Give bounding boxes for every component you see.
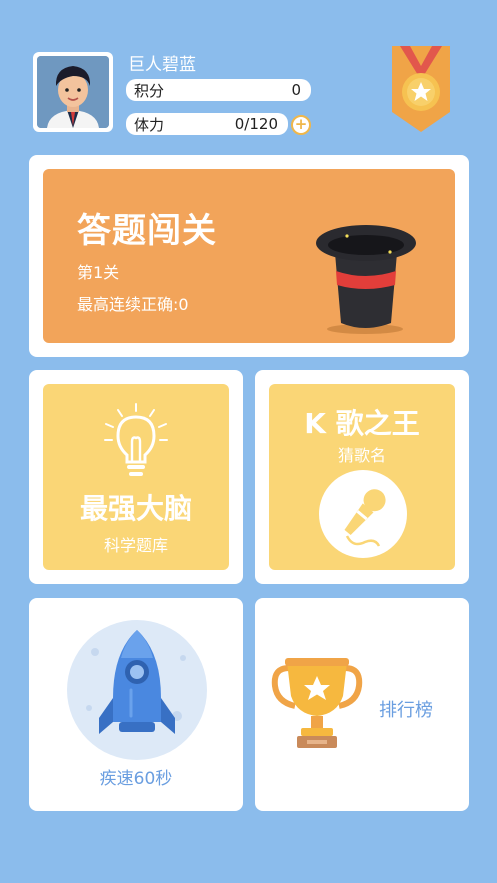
rank-card[interactable]: 排行榜 xyxy=(255,598,469,811)
speed-card[interactable]: 疾速60秒 xyxy=(29,598,243,811)
challenge-level: 第1关 xyxy=(77,263,120,282)
trophy-icon xyxy=(271,656,363,752)
username: 巨人碧蓝 xyxy=(128,55,196,75)
ksong-panel: K 歌之王 猜歌名 xyxy=(269,384,455,570)
ksong-card[interactable]: K 歌之王 猜歌名 xyxy=(255,370,469,584)
magic-hat-icon xyxy=(313,219,423,334)
score-pill: 积分 0 xyxy=(126,79,311,101)
add-stamina-button[interactable]: + xyxy=(291,115,311,135)
medal-icon[interactable] xyxy=(386,46,456,136)
ksong-subtitle: 猜歌名 xyxy=(337,446,386,465)
avatar-image xyxy=(37,56,109,128)
rocket-icon xyxy=(65,618,209,762)
stamina-label: 体力 xyxy=(134,115,165,134)
score-label: 积分 xyxy=(134,81,165,100)
brain-title: 最强大脑 xyxy=(79,492,192,525)
challenge-streak: 最高连续正确:0 xyxy=(77,295,189,314)
avatar[interactable] xyxy=(33,52,113,132)
challenge-card[interactable]: 答题闯关 第1关 最高连续正确:0 xyxy=(29,155,469,357)
rank-label: 排行榜 xyxy=(379,700,433,721)
challenge-panel: 答题闯关 第1关 最高连续正确:0 xyxy=(43,169,455,343)
challenge-title: 答题闯关 xyxy=(77,211,217,251)
score-value: 0 xyxy=(291,81,301,99)
speed-label: 疾速60秒 xyxy=(99,769,173,789)
brain-panel: 最强大脑 科学题库 xyxy=(43,384,229,570)
stamina-pill: 体力 0/120 xyxy=(126,113,288,135)
microphone-icon xyxy=(319,470,407,558)
brain-card[interactable]: 最强大脑 科学题库 xyxy=(29,370,243,584)
plus-icon: + xyxy=(294,115,308,133)
lightbulb-icon xyxy=(101,402,171,482)
ksong-title: K 歌之王 xyxy=(304,407,420,440)
brain-subtitle: 科学题库 xyxy=(103,536,168,555)
stamina-value: 0/120 xyxy=(234,115,278,133)
